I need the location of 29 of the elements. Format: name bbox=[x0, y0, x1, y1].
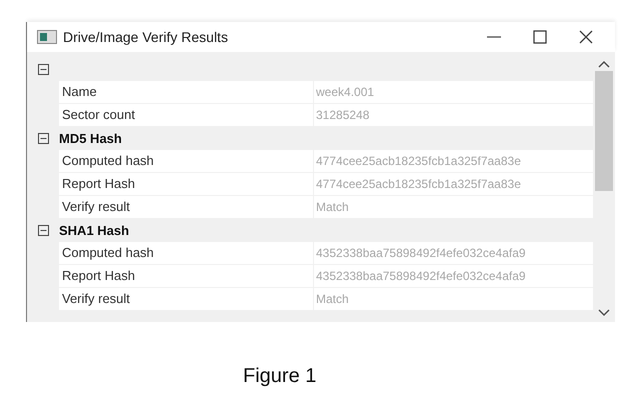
close-icon[interactable] bbox=[579, 30, 593, 44]
scroll-down-icon[interactable] bbox=[598, 309, 610, 317]
property-name: Verify result bbox=[59, 288, 314, 310]
maximize-icon[interactable] bbox=[533, 30, 547, 44]
property-name: Report Hash bbox=[59, 265, 314, 287]
group-title: MD5 Hash bbox=[59, 130, 122, 148]
property-name: Report Hash bbox=[59, 173, 314, 195]
property-value: 4352338baa75898492f4efe032ce4afa9 bbox=[314, 265, 593, 287]
group-title: SHA1 Hash bbox=[59, 222, 130, 240]
property-name: Verify result bbox=[59, 196, 314, 218]
property-value: 4774cee25acb18235fcb1a325f7aa83e bbox=[314, 150, 593, 172]
collapse-icon[interactable] bbox=[38, 133, 48, 144]
figure-caption: Figure 1 bbox=[243, 364, 318, 389]
scroll-up-icon[interactable] bbox=[598, 60, 610, 68]
property-value: 31285248 bbox=[314, 104, 593, 126]
property-value: Match bbox=[314, 288, 593, 310]
property-name: Computed hash bbox=[59, 150, 314, 172]
property-value: Match bbox=[314, 196, 593, 218]
collapse-icon[interactable] bbox=[38, 64, 48, 75]
property-value: 4352338baa75898492f4efe032ce4afa9 bbox=[314, 242, 593, 264]
collapse-icon[interactable] bbox=[38, 225, 48, 236]
app-icon bbox=[37, 30, 57, 44]
property-value: week4.001 bbox=[314, 81, 593, 103]
property-name: Name bbox=[59, 81, 314, 103]
window-title: Drive/Image Verify Results bbox=[63, 28, 228, 47]
scrollbar-thumb[interactable] bbox=[595, 71, 613, 191]
property-name: Computed hash bbox=[59, 242, 314, 264]
property-value: 4774cee25acb18235fcb1a325f7aa83e bbox=[314, 173, 593, 195]
property-name: Sector count bbox=[59, 104, 314, 126]
